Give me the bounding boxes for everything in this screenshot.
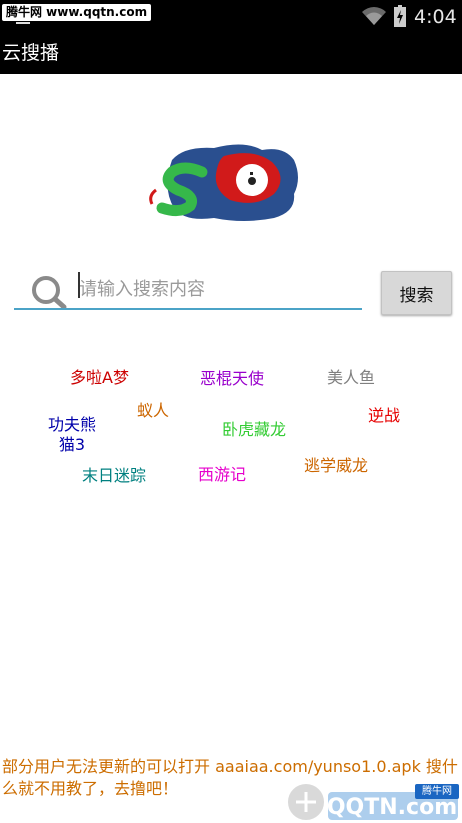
hot-tag[interactable]: 西游记 <box>198 465 246 485</box>
watermark-label: 腾牛网 www.qqtn.com <box>2 4 152 21</box>
top-bar: 腾牛网 www.qqtn.com 4:04 云搜播 <box>0 0 462 74</box>
hot-tag[interactable]: 美人鱼 <box>327 368 375 388</box>
hot-tag[interactable]: 末日迷踪 <box>82 466 146 486</box>
text-cursor <box>78 272 80 298</box>
menu-stub-icon <box>16 22 30 24</box>
hot-tag[interactable]: 逆战 <box>368 406 400 426</box>
hot-tag[interactable]: 多啦A梦 <box>70 368 129 388</box>
battery-charging-icon <box>394 5 406 27</box>
search-button[interactable]: 搜索 <box>381 271 452 315</box>
hot-tag[interactable]: 功夫熊 猫3 <box>48 415 96 455</box>
watermark-badge: 腾牛网 <box>415 784 459 799</box>
so-logo <box>149 144 298 221</box>
app-title: 云搜播 <box>2 42 60 64</box>
status-bar: 腾牛网 www.qqtn.com 4:04 <box>0 0 462 32</box>
hot-tag[interactable]: 逃学威龙 <box>304 456 368 476</box>
hot-tag[interactable]: 蚁人 <box>137 401 169 421</box>
hot-tag[interactable]: 恶棍天使 <box>200 369 264 389</box>
wifi-icon <box>362 7 386 25</box>
hot-tag[interactable]: 卧虎藏龙 <box>222 420 286 440</box>
search-input[interactable] <box>14 270 362 310</box>
status-time: 4:04 <box>414 6 457 28</box>
